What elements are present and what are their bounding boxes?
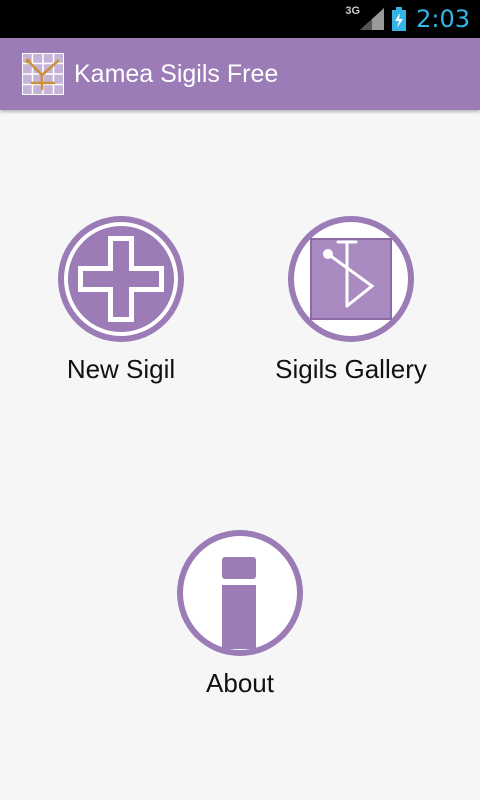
- action-bar: Kamea Sigils Free: [0, 38, 480, 110]
- status-clock: 2:03: [416, 5, 470, 33]
- sigils-gallery-button[interactable]: Sigils Gallery: [262, 214, 440, 385]
- app-title: Kamea Sigils Free: [74, 59, 279, 88]
- status-icons: 3G 2:03: [345, 0, 470, 38]
- new-sigil-label: New Sigil: [66, 354, 176, 384]
- sigils-gallery-label: Sigils Gallery: [275, 354, 427, 384]
- plus-cross-icon: [58, 216, 184, 342]
- new-sigil-button[interactable]: New Sigil: [56, 214, 186, 385]
- info-icon: [177, 530, 303, 656]
- network-type-label: 3G: [345, 5, 361, 17]
- signal-icon: [360, 8, 385, 30]
- kamea-grid-icon[interactable]: [21, 52, 65, 96]
- battery-charging-icon: [392, 7, 407, 31]
- sigil-gallery-icon: [288, 216, 414, 342]
- about-button[interactable]: About: [175, 528, 305, 699]
- status-bar: 3G 2:03: [0, 0, 480, 38]
- about-label: About: [206, 668, 274, 698]
